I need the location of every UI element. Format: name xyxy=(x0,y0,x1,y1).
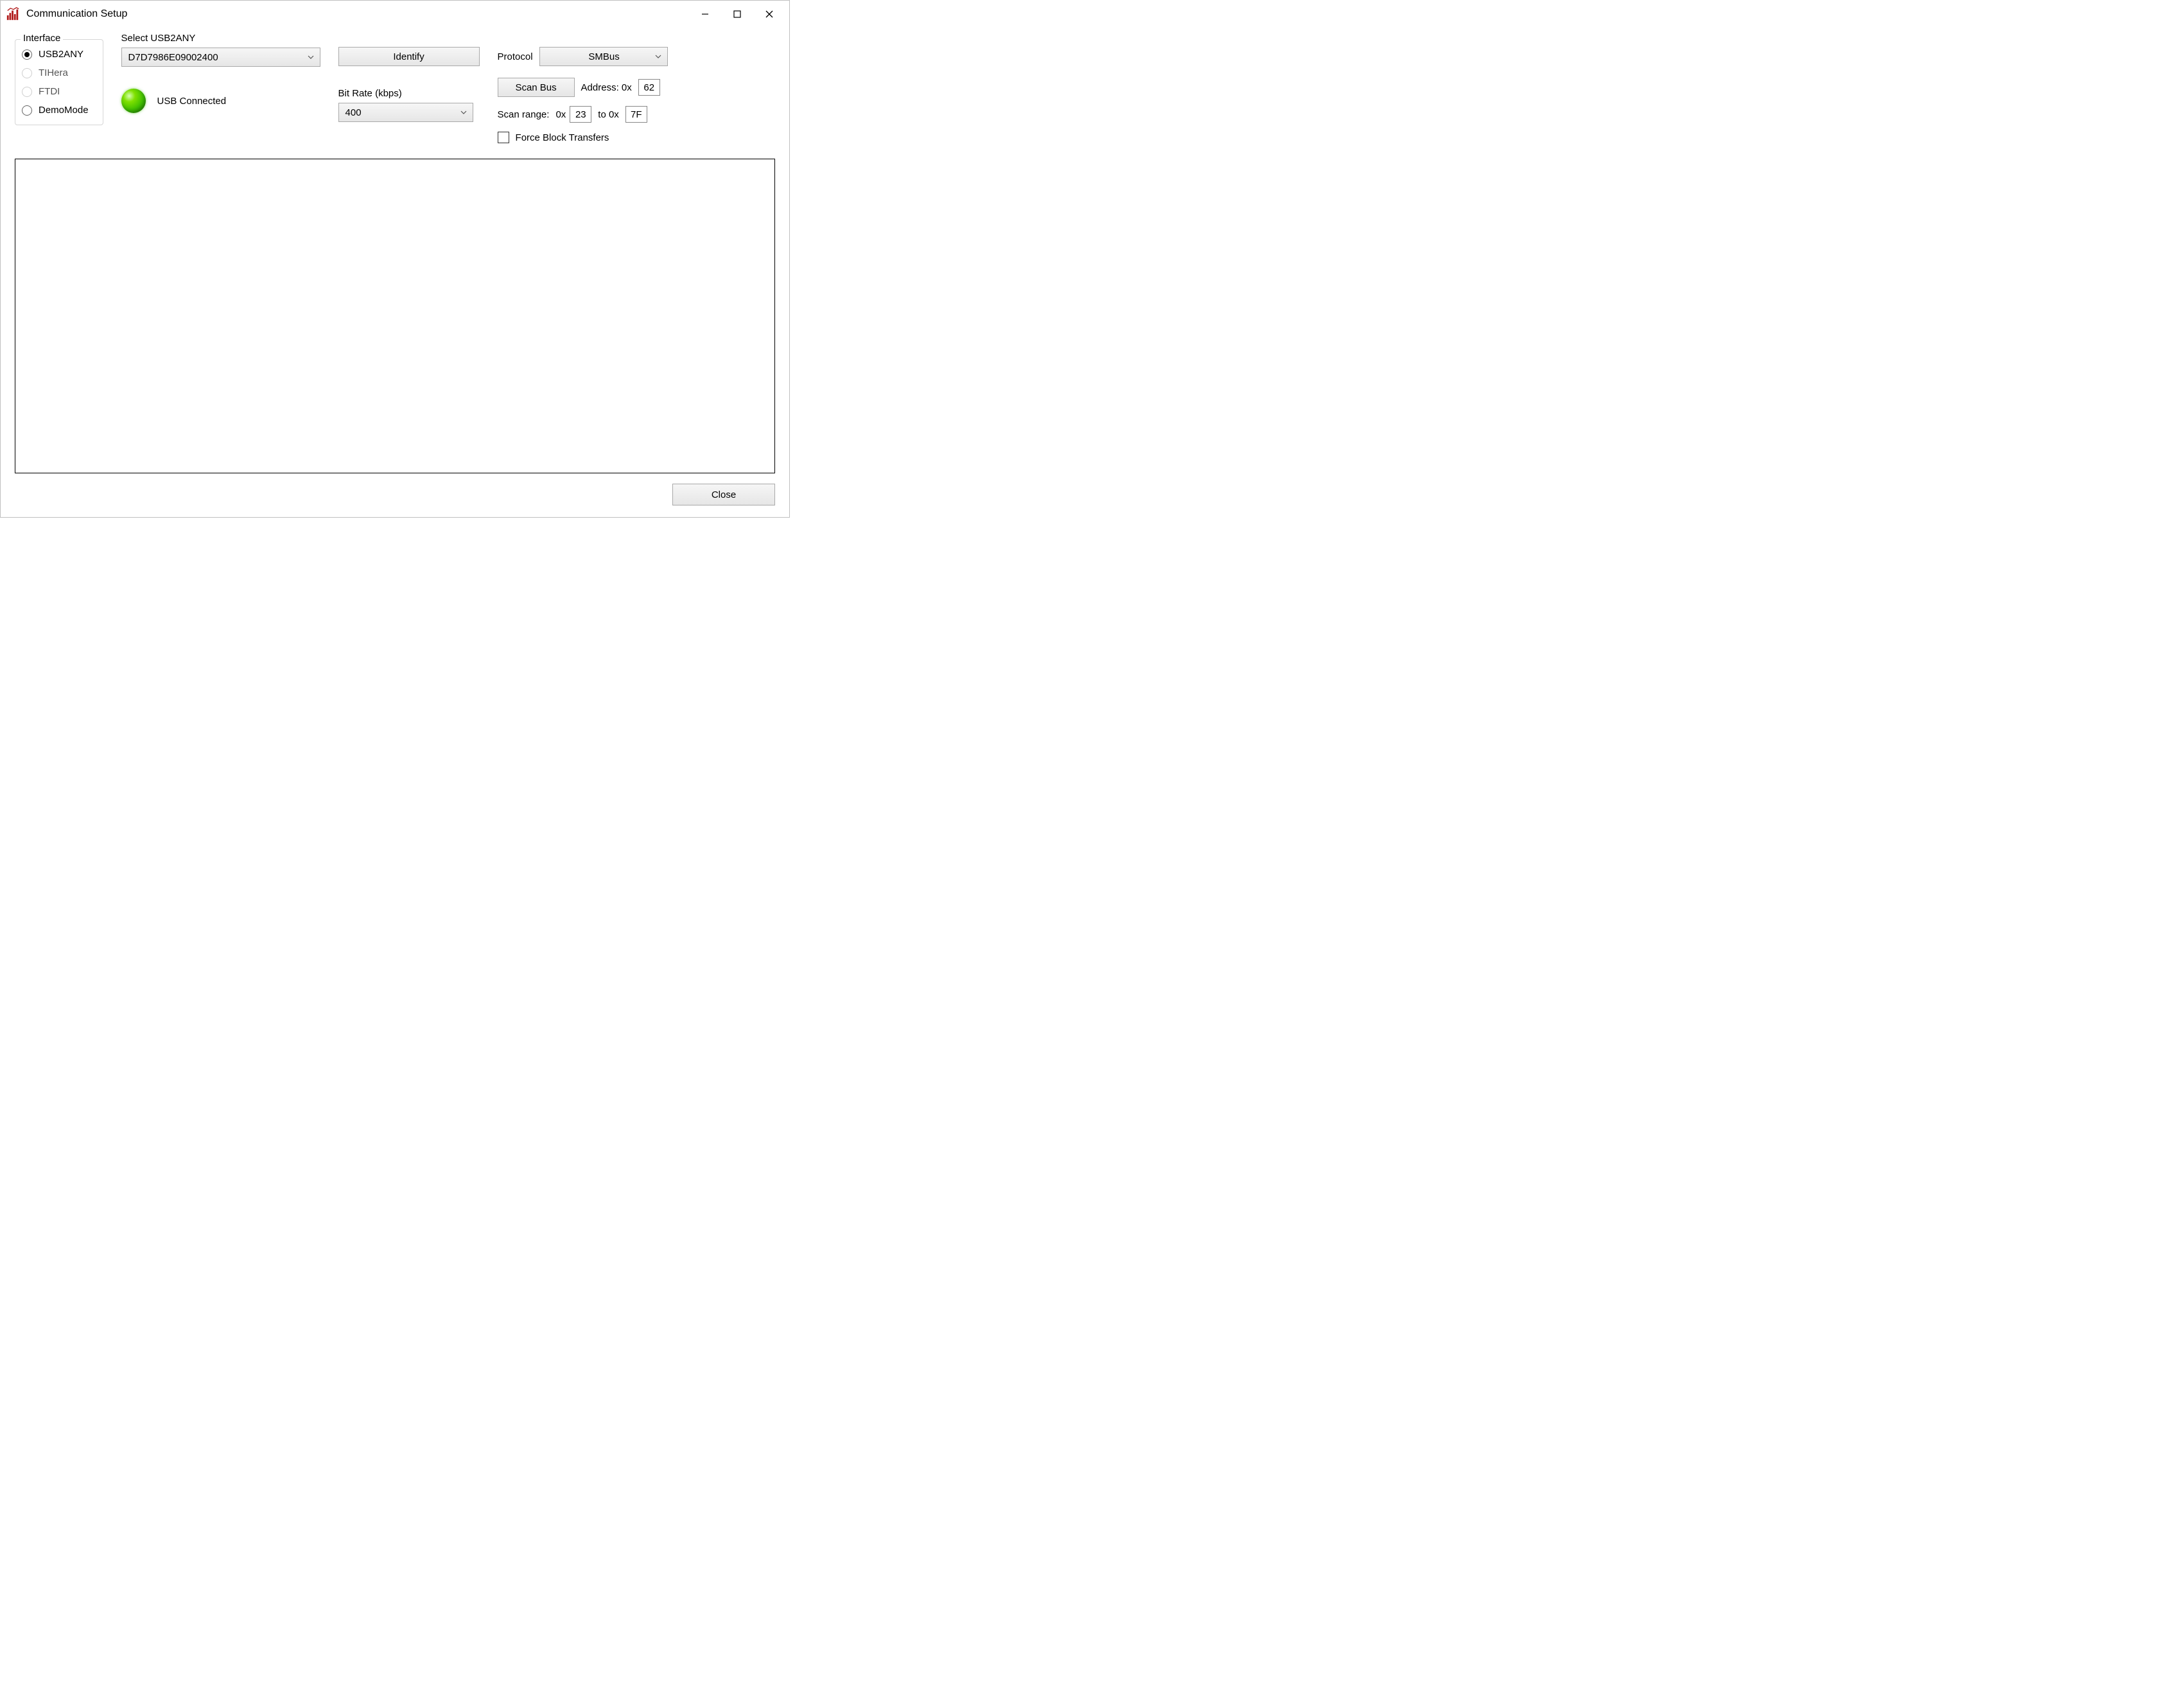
protocol-label: Protocol xyxy=(498,51,533,62)
protocol-value: SMBus xyxy=(588,51,619,62)
interface-option-label: TIHera xyxy=(39,67,68,78)
interface-option-ftdi[interactable]: FTDI xyxy=(22,86,89,97)
interface-option-label: FTDI xyxy=(39,86,60,97)
bitrate-label: Bit Rate (kbps) xyxy=(338,88,480,99)
interface-option-demomode[interactable]: DemoMode xyxy=(22,105,89,116)
usb-select-label: Select USB2ANY xyxy=(121,33,320,44)
connection-led-icon xyxy=(121,89,146,113)
identify-button[interactable]: Identify xyxy=(338,47,480,66)
protocol-dropdown[interactable]: SMBus xyxy=(539,47,668,66)
interface-groupbox: Interface USB2ANY TIHera FTDI xyxy=(15,39,103,125)
close-button-label: Close xyxy=(712,489,736,500)
radio-icon xyxy=(22,87,32,97)
bitrate-value: 400 xyxy=(345,107,362,118)
identify-button-label: Identify xyxy=(393,51,424,62)
chevron-down-icon xyxy=(460,109,467,116)
interface-option-tihera[interactable]: TIHera xyxy=(22,67,89,78)
interface-legend: Interface xyxy=(21,33,63,44)
interface-options: USB2ANY TIHera FTDI DemoMode xyxy=(22,49,89,116)
address-input[interactable] xyxy=(638,79,660,96)
force-block-label: Force Block Transfers xyxy=(516,132,609,143)
scan-range-row: Scan range: 0x to 0x xyxy=(498,106,668,123)
scan-range-from-prefix: 0x xyxy=(555,109,566,120)
usb-status-text: USB Connected xyxy=(157,96,227,107)
usb-device-selected: D7D7986E09002400 xyxy=(128,52,218,63)
force-block-row[interactable]: Force Block Transfers xyxy=(498,132,668,143)
scanbus-address-row: Scan Bus Address: 0x xyxy=(498,78,668,97)
dialog-window: Communication Setup Interface xyxy=(0,0,790,518)
protocol-scan-column: Protocol SMBus Scan Bus Address: 0x xyxy=(498,47,668,143)
close-button[interactable]: Close xyxy=(672,484,775,505)
top-controls: Interface USB2ANY TIHera FTDI xyxy=(15,33,775,143)
usb-device-dropdown[interactable]: D7D7986E09002400 xyxy=(121,48,320,67)
radio-icon xyxy=(22,68,32,78)
interface-option-label: USB2ANY xyxy=(39,49,83,60)
titlebar: Communication Setup xyxy=(1,1,789,30)
dialog-footer: Close xyxy=(15,484,775,505)
scan-range-to-input[interactable] xyxy=(625,106,647,123)
usb-status-row: USB Connected xyxy=(121,89,320,113)
usb-select-column: Select USB2ANY D7D7986E09002400 USB Conn… xyxy=(121,33,320,113)
interface-option-label: DemoMode xyxy=(39,105,89,116)
bitrate-dropdown[interactable]: 400 xyxy=(338,103,473,122)
protocol-row: Protocol SMBus xyxy=(498,47,668,66)
app-icon xyxy=(6,7,20,21)
address-label: Address: 0x xyxy=(581,82,632,93)
identify-bitrate-column: Identify Bit Rate (kbps) 400 xyxy=(338,33,480,122)
scan-bus-label: Scan Bus xyxy=(515,82,556,93)
close-window-button[interactable] xyxy=(753,4,785,24)
radio-icon xyxy=(22,105,32,116)
radio-icon xyxy=(22,49,32,60)
chevron-down-icon xyxy=(307,53,315,61)
scan-bus-button[interactable]: Scan Bus xyxy=(498,78,575,97)
window-title: Communication Setup xyxy=(26,8,127,20)
scan-range-to-label: to 0x xyxy=(598,109,619,120)
force-block-checkbox[interactable] xyxy=(498,132,509,143)
maximize-button[interactable] xyxy=(721,4,753,24)
chevron-down-icon xyxy=(654,53,662,60)
dialog-content: Interface USB2ANY TIHera FTDI xyxy=(1,30,789,517)
window-controls xyxy=(689,4,785,24)
minimize-button[interactable] xyxy=(689,4,721,24)
log-output-area[interactable] xyxy=(15,159,775,473)
scan-range-label: Scan range: xyxy=(498,109,550,120)
interface-option-usb2any[interactable]: USB2ANY xyxy=(22,49,89,60)
scan-range-from-input[interactable] xyxy=(570,106,591,123)
